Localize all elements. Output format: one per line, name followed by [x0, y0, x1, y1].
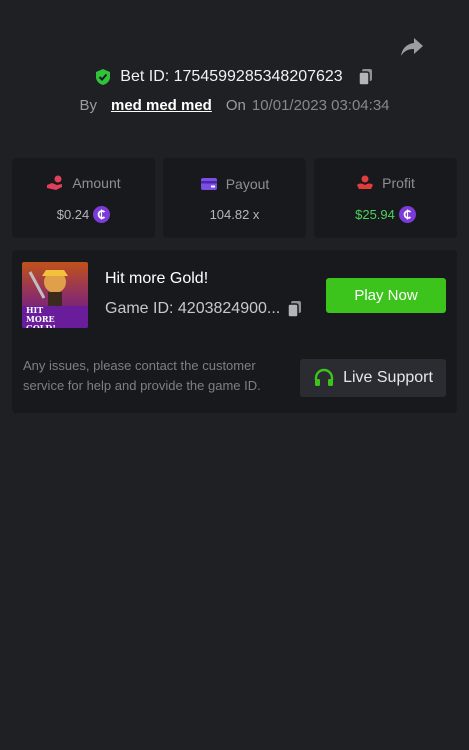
support-help-text: Any issues, please contact the customer … — [23, 358, 261, 393]
bet-meta-row: By med med med On 10/01/2023 03:04:34 — [0, 97, 469, 114]
amount-stat: Amount $0.24 — [12, 158, 155, 238]
live-support-label: Live Support — [343, 369, 433, 386]
game-thumbnail-text: HIT MORE GOLD! — [26, 305, 56, 329]
game-title: Hit more Gold! — [105, 270, 209, 287]
on-label: On — [225, 97, 246, 114]
hand-coin-icon — [46, 174, 64, 192]
bet-id-text: Bet ID: 1754599285348207623 — [120, 68, 343, 85]
wallet-card-icon — [200, 175, 218, 193]
live-support-button[interactable]: Live Support — [300, 359, 446, 397]
coin-icon — [93, 205, 111, 223]
payout-value: 104.82 x — [209, 206, 260, 222]
amount-value: $0.24 — [56, 206, 90, 222]
username-link[interactable]: med med med — [111, 97, 212, 114]
game-id-row: Game ID: 4203824900... — [105, 300, 304, 318]
amount-label: Amount — [72, 174, 121, 191]
copy-bet-id-icon[interactable] — [357, 68, 375, 86]
by-label: By — [79, 97, 97, 114]
coin-icon — [398, 205, 416, 223]
payout-stat: Payout 104.82 x — [163, 158, 306, 238]
share-icon[interactable] — [399, 36, 425, 58]
play-now-button[interactable]: Play Now — [326, 278, 446, 313]
copy-game-id-icon[interactable] — [286, 300, 304, 318]
bet-detail-page: Bet ID: 1754599285348207623 By med med m… — [0, 0, 469, 750]
profit-value: $25.94 — [355, 206, 395, 222]
verified-shield-icon — [94, 68, 112, 86]
profit-label: Profit — [382, 174, 415, 191]
game-card: HIT MORE GOLD! Hit more Gold! Game ID: 4… — [12, 250, 457, 413]
game-id-text: Game ID: 4203824900... — [105, 300, 281, 317]
payout-label: Payout — [225, 175, 270, 192]
bet-datetime: 10/01/2023 03:04:34 — [251, 97, 390, 114]
bet-id-row: Bet ID: 1754599285348207623 — [0, 68, 469, 86]
profit-hand-icon — [356, 174, 374, 192]
game-thumbnail[interactable]: HIT MORE GOLD! — [22, 262, 88, 328]
profit-stat: Profit $25.94 — [314, 158, 457, 238]
bet-stats: Amount $0.24 Payout 104.82 x Profit $25.… — [12, 158, 457, 238]
headset-icon — [313, 367, 335, 389]
